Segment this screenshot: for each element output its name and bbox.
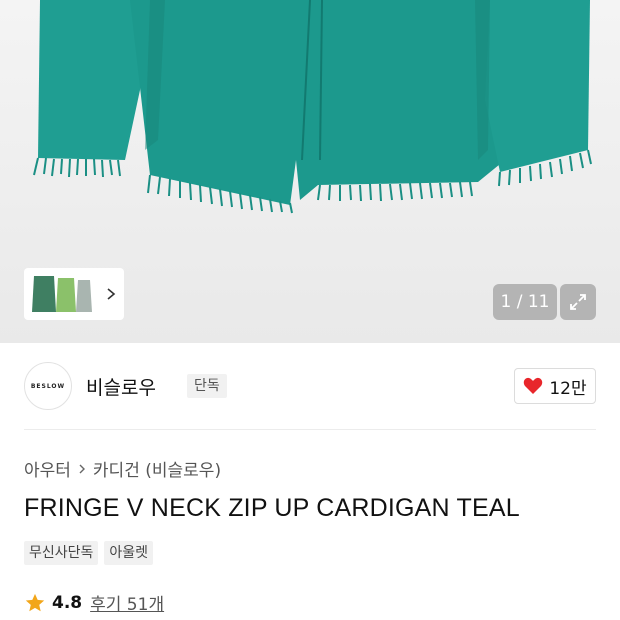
rating-row: 4.8 후기 51개	[24, 590, 164, 615]
tag-outlet: 아울렛	[104, 541, 154, 565]
brand-row: BESLOW 비슬로우 단독 12만	[24, 360, 596, 412]
breadcrumb-subcategory[interactable]: 카디건 (비슬로우)	[93, 456, 221, 481]
chevron-right-icon[interactable]	[104, 284, 118, 304]
product-tags: 무신사단독 아울렛	[24, 541, 154, 565]
brand-name[interactable]: 비슬로우	[86, 373, 156, 400]
color-variant-thumbnails[interactable]	[28, 272, 100, 316]
breadcrumb: 아우터 카디건 (비슬로우)	[24, 456, 221, 481]
reviews-link[interactable]: 후기 51개	[90, 590, 164, 615]
heart-icon	[524, 377, 543, 394]
thumbnail-strip[interactable]	[24, 268, 124, 320]
expand-icon	[570, 294, 586, 310]
tag-musinsa-exclusive: 무신사단독	[24, 541, 99, 565]
like-button[interactable]: 12만	[514, 368, 596, 404]
image-counter: 1 / 11	[493, 284, 557, 320]
rating-score: 4.8	[52, 592, 83, 613]
product-title: FRINGE V NECK ZIP UP CARDIGAN TEAL	[24, 494, 520, 522]
chevron-right-icon	[79, 464, 85, 473]
breadcrumb-category[interactable]: 아우터	[24, 456, 71, 481]
brand-exclusive-badge: 단독	[187, 374, 227, 398]
brand-logo-text: BESLOW	[30, 382, 66, 390]
product-image-gallery[interactable]: 1 / 11	[0, 0, 620, 343]
expand-button[interactable]	[560, 284, 596, 320]
divider	[24, 429, 596, 430]
like-count: 12만	[549, 378, 587, 399]
brand-logo[interactable]: BESLOW	[24, 362, 72, 410]
star-icon	[25, 593, 45, 611]
